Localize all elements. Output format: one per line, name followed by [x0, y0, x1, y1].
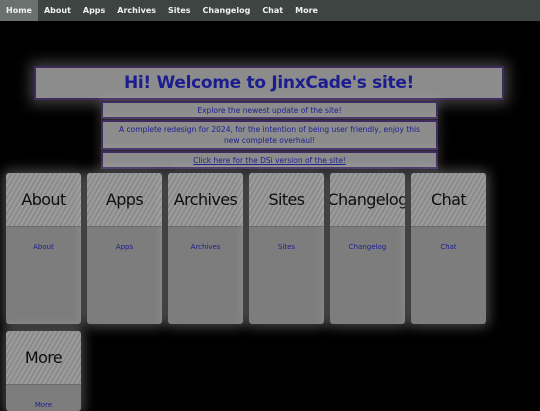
card-link-archives[interactable]: Archives [168, 243, 243, 251]
nav-item-changelog[interactable]: Changelog [197, 0, 257, 21]
card-header: More [6, 331, 81, 385]
card-about[interactable]: About About [6, 173, 81, 324]
nav-item-archives[interactable]: Archives [111, 0, 162, 21]
card-more[interactable]: More More [6, 331, 81, 411]
nav-item-chat[interactable]: Chat [256, 0, 289, 21]
card-archives[interactable]: Archives Archives [168, 173, 243, 324]
top-nav: Home About Apps Archives Sites Changelog… [0, 0, 540, 21]
redesign-notice: A complete redesign for 2024, for the in… [101, 120, 438, 150]
card-changelog[interactable]: Changelog Changelog [330, 173, 405, 324]
card-header: Sites [249, 173, 324, 227]
card-header: Apps [87, 173, 162, 227]
card-header: Chat [411, 173, 486, 227]
welcome-banner: Hi! Welcome to JinxCade's site! [34, 66, 504, 100]
card-link-about[interactable]: About [6, 243, 81, 251]
card-link-apps[interactable]: Apps [87, 243, 162, 251]
update-notice-text: Explore the newest update of the site! [197, 105, 342, 115]
card-link-chat[interactable]: Chat [411, 243, 486, 251]
card-link-more[interactable]: More [6, 401, 81, 409]
card-title: Changelog [330, 190, 405, 209]
card-title: Archives [173, 190, 238, 209]
card-apps[interactable]: Apps Apps [87, 173, 162, 324]
card-header: Archives [168, 173, 243, 227]
card-title: Sites [268, 190, 305, 209]
page-title: Hi! Welcome to JinxCade's site! [123, 73, 415, 93]
card-sites[interactable]: Sites Sites [249, 173, 324, 324]
card-title: About [21, 190, 66, 209]
nav-item-sites[interactable]: Sites [162, 0, 197, 21]
nav-item-more[interactable]: More [289, 0, 324, 21]
nav-item-about[interactable]: About [38, 0, 77, 21]
card-link-changelog[interactable]: Changelog [330, 243, 405, 251]
card-title: More [24, 348, 63, 367]
redesign-notice-text: A complete redesign for 2024, for the in… [118, 125, 421, 145]
card-chat[interactable]: Chat Chat [411, 173, 486, 324]
card-header: About [6, 173, 81, 227]
nav-item-apps[interactable]: Apps [77, 0, 111, 21]
card-title: Apps [105, 190, 144, 209]
card-header: Changelog [330, 173, 405, 227]
card-link-sites[interactable]: Sites [249, 243, 324, 251]
dsi-version-link[interactable]: Click here for the DSi version of the si… [193, 155, 346, 166]
dsi-link-panel: Click here for the DSi version of the si… [101, 151, 438, 169]
update-notice: Explore the newest update of the site! [101, 101, 438, 119]
nav-item-home[interactable]: Home [0, 0, 38, 21]
card-title: Chat [431, 190, 467, 209]
